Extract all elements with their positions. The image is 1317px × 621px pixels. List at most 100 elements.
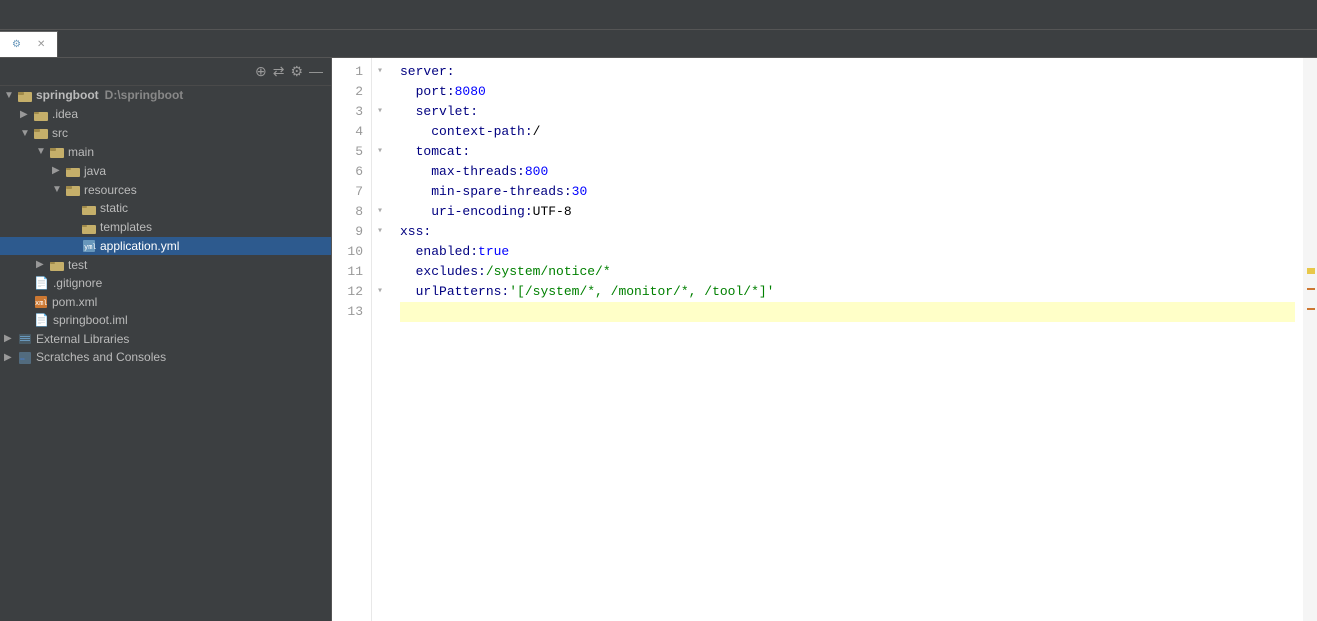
- svg-text:✏: ✏: [20, 354, 26, 364]
- tree-item-label: External Libraries: [36, 332, 129, 346]
- tree-item-main[interactable]: ▼main: [0, 142, 331, 161]
- tree-item-label: springboot: [36, 88, 99, 102]
- yaml-value-num: 8080: [455, 82, 486, 102]
- svg-text:xml: xml: [35, 299, 48, 307]
- yaml-key: server:: [400, 62, 455, 82]
- yaml-key: max-threads:: [431, 162, 525, 182]
- line-number-10: 10: [340, 242, 363, 262]
- yaml-indent: [400, 262, 416, 282]
- line-number-4: 4: [340, 122, 363, 142]
- tree-item-java[interactable]: ▶java: [0, 161, 331, 180]
- code-content[interactable]: server: port: 8080 servlet: context-path…: [392, 58, 1303, 621]
- line-number-13: 13: [340, 302, 363, 322]
- line-number-9: 9: [340, 222, 363, 242]
- tree-item-test[interactable]: ▶ test: [0, 255, 331, 274]
- tree-item-src[interactable]: ▼src: [0, 124, 331, 143]
- tree-arrow: ▶: [36, 259, 50, 270]
- tree-item-pom-xml[interactable]: xml pom.xml: [0, 292, 331, 311]
- yaml-indent: [400, 82, 416, 102]
- tree-item-idea[interactable]: ▶ .idea: [0, 105, 331, 124]
- code-line-8: uri-encoding: UTF-8: [400, 202, 1295, 222]
- tree-item-static[interactable]: static: [0, 199, 331, 218]
- yaml-value: UTF-8: [533, 202, 572, 222]
- tree-item-application-yml[interactable]: yml application.yml: [0, 237, 331, 256]
- fold-marker-13: [372, 302, 388, 322]
- tree-item-scratches[interactable]: ▶✏ Scratches and Consoles: [0, 348, 331, 367]
- yaml-value-str: '[/system/*, /monitor/*, /tool/*]': [509, 282, 774, 302]
- tree-item-label: .gitignore: [53, 276, 102, 290]
- yaml-indent: [400, 282, 416, 302]
- close-sidebar-icon[interactable]: —: [309, 63, 323, 80]
- fold-marker-8[interactable]: ▾: [372, 202, 388, 222]
- fold-marker-5[interactable]: ▾: [372, 142, 388, 162]
- line-number-11: 11: [340, 262, 363, 282]
- fold-marker-4: [372, 122, 388, 142]
- tree-item-icon-folder: [34, 107, 48, 122]
- yaml-key: excludes:: [416, 262, 486, 282]
- code-line-10: enabled: true: [400, 242, 1295, 262]
- tree-item-icon-folder: [66, 163, 80, 178]
- tree-item-icon-scratch: ✏: [18, 350, 32, 365]
- code-line-3: servlet:: [400, 102, 1295, 122]
- tree-item-springboot[interactable]: ▼springbootD:\springboot: [0, 86, 331, 105]
- editor[interactable]: 12345678910111213 ▾▾▾▾▾▾ server: port: 8…: [332, 58, 1317, 621]
- tree-arrow: ▶: [52, 165, 66, 176]
- add-content-icon[interactable]: ⊕: [255, 63, 267, 80]
- collapse-all-icon[interactable]: ⇄: [273, 63, 285, 80]
- file-tree: ▼springbootD:\springboot▶.idea▼src▼main▶…: [0, 86, 331, 367]
- code-line-5: tomcat:: [400, 142, 1295, 162]
- yaml-indent: [400, 102, 416, 122]
- tree-item-icon-project: [18, 88, 32, 103]
- sidebar: ⊕ ⇄ ⚙ — ▼springbootD:\springboot▶.idea▼s…: [0, 58, 332, 621]
- tree-item-icon-libraries: [18, 331, 32, 346]
- fold-marker-12[interactable]: ▾: [372, 282, 388, 302]
- tree-item-path: D:\springboot: [105, 88, 184, 102]
- tree-item-springboot-iml[interactable]: 📄springboot.iml: [0, 311, 331, 329]
- yaml-value-bool: true: [478, 242, 509, 262]
- fold-marker-1[interactable]: ▾: [372, 62, 388, 82]
- line-number-12: 12: [340, 282, 363, 302]
- tree-item-icon-gitignore: 📄: [34, 276, 49, 290]
- code-line-4: context-path: /: [400, 122, 1295, 142]
- tree-item-label: pom.xml: [52, 295, 97, 309]
- code-line-12: urlPatterns: '[/system/*, /monitor/*, /t…: [400, 282, 1295, 302]
- minimap-indicator: [1307, 268, 1315, 274]
- tree-item-label: .idea: [52, 107, 78, 121]
- tree-item-external-libraries[interactable]: ▶External Libraries: [0, 329, 331, 348]
- tree-item-icon-yaml: yml: [82, 239, 96, 254]
- code-line-9: xss:: [400, 222, 1295, 242]
- fold-marker-9[interactable]: ▾: [372, 222, 388, 242]
- fold-marker-10: [372, 242, 388, 262]
- yaml-indent: [400, 122, 431, 142]
- tree-arrow: ▶: [4, 352, 18, 363]
- fold-marker-3[interactable]: ▾: [372, 102, 388, 122]
- sidebar-toolbar: ⊕ ⇄ ⚙ —: [255, 63, 323, 80]
- line-number-3: 3: [340, 102, 363, 122]
- tree-item-icon-folder: [82, 220, 96, 235]
- yaml-indent: [400, 202, 431, 222]
- tree-item-label: Scratches and Consoles: [36, 350, 166, 364]
- sidebar-header: ⊕ ⇄ ⚙ —: [0, 58, 331, 86]
- yaml-key: tomcat:: [416, 142, 471, 162]
- yaml-key: enabled:: [416, 242, 478, 262]
- yaml-indent: [400, 142, 416, 162]
- fold-marker-2: [372, 82, 388, 102]
- line-number-2: 2: [340, 82, 363, 102]
- tree-item-icon-folder: [50, 144, 64, 159]
- tree-item-label: test: [68, 258, 87, 272]
- tree-item-label: resources: [84, 183, 137, 197]
- tree-item-templates[interactable]: templates: [0, 218, 331, 237]
- fold-marker-7: [372, 182, 388, 202]
- tree-item-label: templates: [100, 220, 152, 234]
- tree-item-resources[interactable]: ▼resources: [0, 180, 331, 199]
- tab-application-yml[interactable]: ⚙ ✕: [0, 31, 58, 57]
- tree-item-label: static: [100, 201, 128, 215]
- tab-close-button[interactable]: ✕: [37, 39, 45, 50]
- title-bar: [0, 0, 1317, 30]
- code-line-11: excludes: /system/notice/*: [400, 262, 1295, 282]
- fold-markers: ▾▾▾▾▾▾: [372, 58, 392, 621]
- tree-item-label: application.yml: [100, 239, 179, 253]
- tree-arrow: ▶: [20, 109, 34, 120]
- settings-icon[interactable]: ⚙: [290, 63, 303, 80]
- tree-item-gitignore[interactable]: 📄 .gitignore: [0, 274, 331, 292]
